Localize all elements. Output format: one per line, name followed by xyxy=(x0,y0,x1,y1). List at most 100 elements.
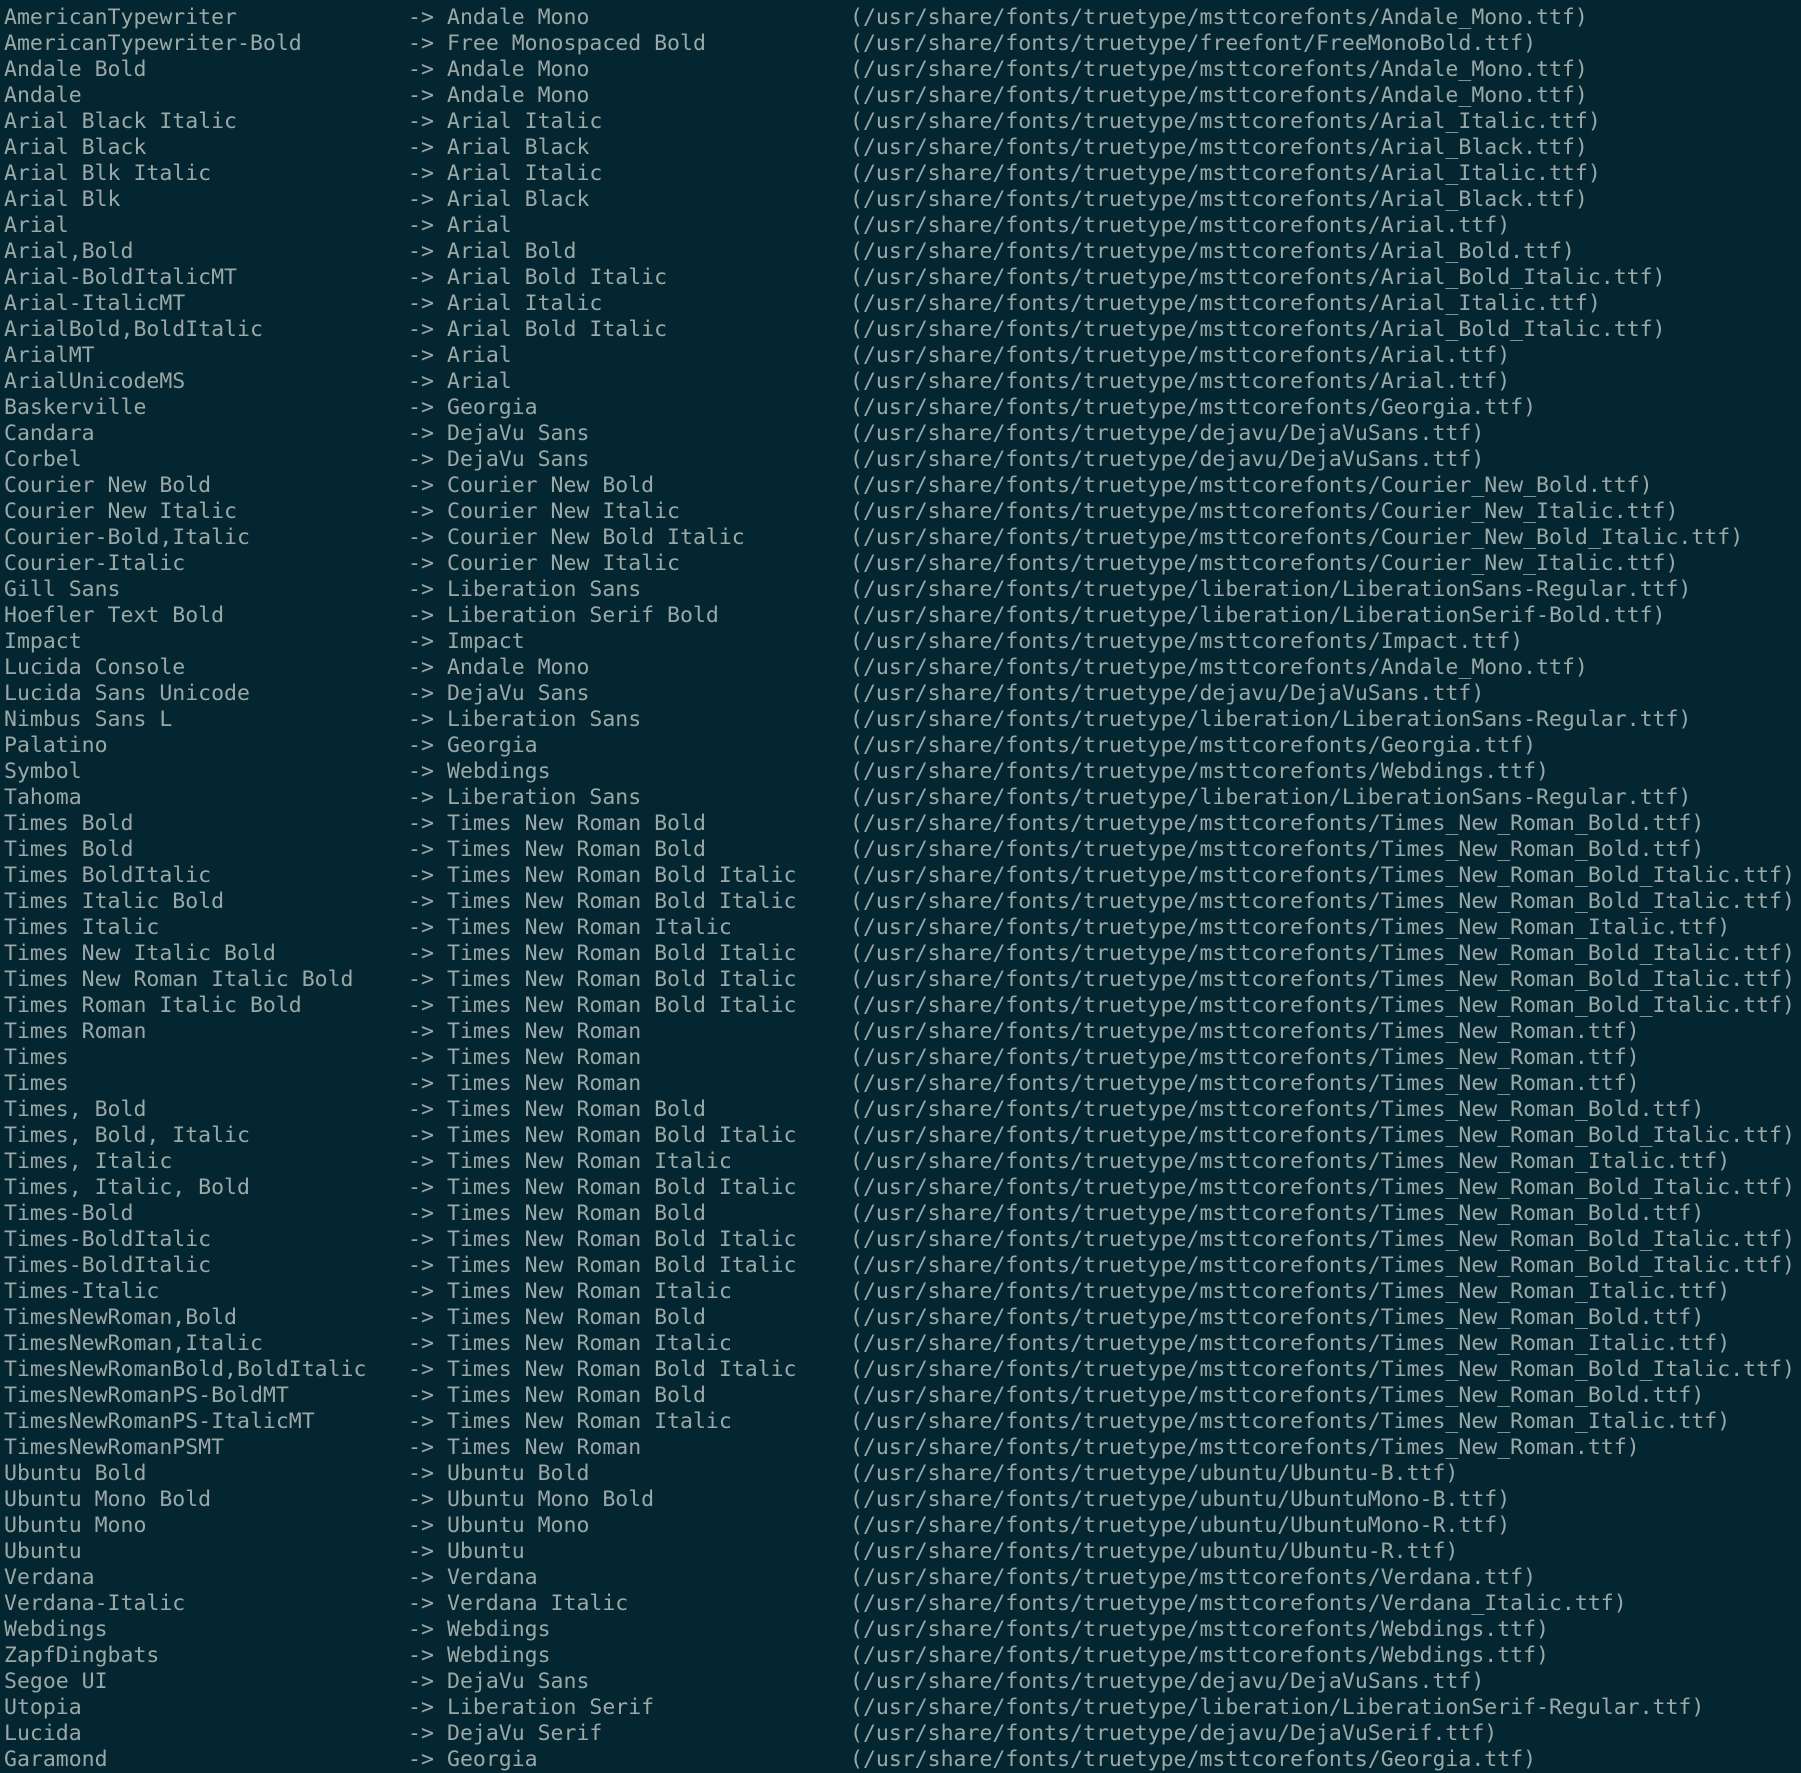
font-mapping-row: Andale Bold -> Andale Mono (/usr/share/font… xyxy=(0,57,1801,83)
font-mapping-row: Courier New Bold -> Courier New Bold (/usr/… xyxy=(0,473,1801,499)
font-mapping-row: ArialMT -> Arial (/usr/share/fonts/truetype… xyxy=(0,343,1801,369)
font-target: Times New Roman xyxy=(447,1045,642,1070)
font-mapping-row: Times Italic Bold -> Times New Roman Bold … xyxy=(0,889,1801,915)
arrow: -> xyxy=(408,213,434,238)
font-alias: Garamond xyxy=(4,1747,108,1772)
font-mapping-row: Times New Roman Italic Bold -> Times New R… xyxy=(0,967,1801,993)
arrow: -> xyxy=(408,317,434,342)
font-path: (/usr/share/fonts/truetype/msttcorefonts… xyxy=(850,395,1537,420)
font-mapping-row: Baskerville -> Georgia (/usr/share/fonts/tr… xyxy=(0,395,1801,421)
font-mapping-row: Lucida Console -> Andale Mono (/usr/share/f… xyxy=(0,655,1801,681)
arrow: -> xyxy=(408,83,434,108)
font-alias: Candara xyxy=(4,421,95,446)
font-path: (/usr/share/fonts/truetype/msttcorefonts… xyxy=(850,1747,1537,1772)
arrow: -> xyxy=(408,1305,434,1330)
font-target: Times New Roman Bold Italic xyxy=(447,1253,797,1278)
arrow: -> xyxy=(408,1669,434,1694)
font-alias: Times-BoldItalic xyxy=(4,1227,212,1252)
font-target: Times New Roman Bold xyxy=(447,811,706,836)
font-mapping-row: Courier-Italic -> Courier New Italic (/usr/… xyxy=(0,551,1801,577)
font-path: (/usr/share/fonts/truetype/msttcorefonts… xyxy=(850,135,1588,160)
font-path: (/usr/share/fonts/truetype/msttcorefonts… xyxy=(850,941,1795,966)
arrow: -> xyxy=(408,1643,434,1668)
font-alias: Times-BoldItalic xyxy=(4,1253,212,1278)
arrow: -> xyxy=(408,1045,434,1070)
font-alias: Times-Italic xyxy=(4,1279,160,1304)
font-path: (/usr/share/fonts/truetype/msttcorefonts… xyxy=(850,837,1705,862)
arrow: -> xyxy=(408,1487,434,1512)
font-alias: Arial-ItalicMT xyxy=(4,291,186,316)
font-alias: AmericanTypewriter xyxy=(4,5,237,30)
font-mapping-row: Arial-ItalicMT -> Arial Italic (/usr/share/… xyxy=(0,291,1801,317)
font-path: (/usr/share/fonts/truetype/ubuntu/Ubuntu… xyxy=(850,1539,1459,1564)
arrow: -> xyxy=(408,1357,434,1382)
font-alias: Tahoma xyxy=(4,785,82,810)
font-path: (/usr/share/fonts/truetype/msttcorefonts… xyxy=(850,187,1588,212)
font-alias: Ubuntu Bold xyxy=(4,1461,147,1486)
font-target: Times New Roman Italic xyxy=(447,1279,732,1304)
font-path: (/usr/share/fonts/truetype/msttcorefonts… xyxy=(850,5,1588,30)
font-alias: Symbol xyxy=(4,759,82,784)
font-mapping-row: Hoefler Text Bold -> Liberation Serif Bold… xyxy=(0,603,1801,629)
font-alias: Ubuntu Mono Bold xyxy=(4,1487,212,1512)
font-path: (/usr/share/fonts/truetype/ubuntu/Ubuntu… xyxy=(850,1461,1459,1486)
font-path: (/usr/share/fonts/truetype/msttcorefonts… xyxy=(850,993,1795,1018)
font-target: Verdana xyxy=(447,1565,538,1590)
font-target: Times New Roman Italic xyxy=(447,1331,732,1356)
font-alias: Times Bold xyxy=(4,837,134,862)
font-path: (/usr/share/fonts/truetype/msttcorefonts… xyxy=(850,473,1653,498)
font-alias: Segoe UI xyxy=(4,1669,108,1694)
arrow: -> xyxy=(408,1279,434,1304)
font-alias: Palatino xyxy=(4,733,108,758)
font-mapping-row: Verdana -> Verdana (/usr/share/fonts/truety… xyxy=(0,1565,1801,1591)
arrow: -> xyxy=(408,447,434,472)
arrow: -> xyxy=(408,187,434,212)
arrow: -> xyxy=(408,499,434,524)
font-path: (/usr/share/fonts/truetype/msttcorefonts… xyxy=(850,1149,1731,1174)
font-target: DejaVu Sans xyxy=(447,1669,590,1694)
font-mapping-row: Lucida -> DejaVu Serif (/usr/share/fonts/tr… xyxy=(0,1721,1801,1747)
arrow: -> xyxy=(408,1201,434,1226)
font-alias: Hoefler Text Bold xyxy=(4,603,225,628)
font-mapping-row: Gill Sans -> Liberation Sans (/usr/share/fo… xyxy=(0,577,1801,603)
font-target: Webdings xyxy=(447,1617,551,1642)
font-mapping-row: Times -> Times New Roman (/usr/share/fonts/… xyxy=(0,1071,1801,1097)
font-path: (/usr/share/fonts/truetype/freefont/Free… xyxy=(850,31,1537,56)
font-alias: Courier-Italic xyxy=(4,551,186,576)
font-path: (/usr/share/fonts/truetype/dejavu/DejaVu… xyxy=(850,681,1485,706)
font-path: (/usr/share/fonts/truetype/msttcorefonts… xyxy=(850,629,1524,654)
font-path: (/usr/share/fonts/truetype/msttcorefonts… xyxy=(850,83,1588,108)
font-path: (/usr/share/fonts/truetype/msttcorefonts… xyxy=(850,1435,1640,1460)
font-alias: Utopia xyxy=(4,1695,82,1720)
font-target: Courier New Italic xyxy=(447,499,680,524)
font-target: Liberation Serif Bold xyxy=(447,603,719,628)
arrow: -> xyxy=(408,1617,434,1642)
arrow: -> xyxy=(408,1097,434,1122)
arrow: -> xyxy=(408,1253,434,1278)
font-alias: ArialBold,BoldItalic xyxy=(4,317,263,342)
font-mapping-row: Webdings -> Webdings (/usr/share/fonts/true… xyxy=(0,1617,1801,1643)
font-target: Webdings xyxy=(447,1643,551,1668)
arrow: -> xyxy=(408,1435,434,1460)
font-mapping-row: Times-BoldItalic -> Times New Roman Bold I… xyxy=(0,1253,1801,1279)
font-target: Times New Roman xyxy=(447,1019,642,1044)
font-path: (/usr/share/fonts/truetype/liberation/Li… xyxy=(850,707,1692,732)
font-target: Courier New Bold xyxy=(447,473,655,498)
font-alias: Arial xyxy=(4,213,69,238)
font-target: Times New Roman xyxy=(447,1071,642,1096)
font-target: Arial Italic xyxy=(447,161,603,186)
arrow: -> xyxy=(408,837,434,862)
arrow: -> xyxy=(408,863,434,888)
font-target: DejaVu Sans xyxy=(447,447,590,472)
font-path: (/usr/share/fonts/truetype/msttcorefonts… xyxy=(850,1565,1537,1590)
arrow: -> xyxy=(408,473,434,498)
font-mapping-row: Ubuntu Mono Bold -> Ubuntu Mono Bold (/usr/… xyxy=(0,1487,1801,1513)
font-mapping-row: Times-Bold -> Times New Roman Bold (/usr/sh… xyxy=(0,1201,1801,1227)
font-path: (/usr/share/fonts/truetype/msttcorefonts… xyxy=(850,239,1575,264)
arrow: -> xyxy=(408,135,434,160)
font-mapping-row: TimesNewRomanPSMT -> Times New Roman (/usr/… xyxy=(0,1435,1801,1461)
font-alias: Webdings xyxy=(4,1617,108,1642)
font-mapping-row: Ubuntu Bold -> Ubuntu Bold (/usr/share/font… xyxy=(0,1461,1801,1487)
font-target: Georgia xyxy=(447,1747,538,1772)
font-path: (/usr/share/fonts/truetype/msttcorefonts… xyxy=(850,1019,1640,1044)
